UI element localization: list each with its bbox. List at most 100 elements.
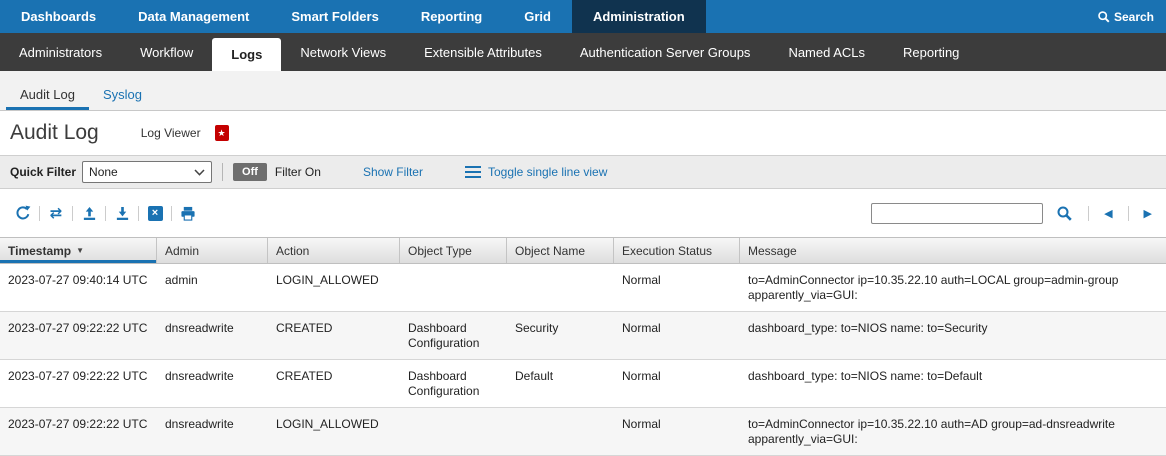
- cell-message: to=AdminConnector ip=10.35.22.10 auth=LO…: [740, 264, 1166, 311]
- sub-nav-workflow[interactable]: Workflow: [121, 33, 212, 71]
- column-header-execution-status[interactable]: Execution Status: [614, 238, 740, 263]
- log-viewer-label: Log Viewer: [141, 126, 201, 140]
- column-header-timestamp[interactable]: Timestamp ▼: [0, 238, 157, 263]
- top-nav-label: Grid: [524, 9, 551, 24]
- sub-nav-network-views[interactable]: Network Views: [281, 33, 405, 71]
- title-row: Audit Log Log Viewer ★: [0, 111, 1166, 155]
- column-label: Object Type: [408, 244, 472, 258]
- column-label: Object Name: [515, 244, 585, 258]
- search-icon: [1056, 205, 1072, 221]
- divider: [171, 206, 172, 221]
- divider: [222, 163, 223, 181]
- cell-execution-status: Normal: [614, 360, 740, 407]
- toggle-single-line-label: Toggle single line view: [488, 165, 607, 179]
- sub-nav-administrators[interactable]: Administrators: [0, 33, 121, 71]
- admin-sub-nav: Administrators Workflow Logs Network Vie…: [0, 33, 1166, 71]
- column-label: Message: [748, 244, 797, 258]
- cell-admin: admin: [157, 264, 268, 311]
- column-header-message[interactable]: Message: [740, 238, 1166, 263]
- table-row[interactable]: 2023-07-27 09:40:14 UTC admin LOGIN_ALLO…: [0, 264, 1166, 312]
- list-view-icon: [465, 166, 481, 178]
- export-icon[interactable]: ×: [142, 203, 168, 223]
- upload-icon: [82, 206, 97, 221]
- cell-execution-status: Normal: [614, 264, 740, 311]
- divider: [1128, 206, 1129, 221]
- cell-object-type: [400, 264, 507, 311]
- table-row[interactable]: 2023-07-27 09:22:22 UTC dnsreadwrite CRE…: [0, 312, 1166, 360]
- table-row[interactable]: 2023-07-27 09:22:22 UTC dnsreadwrite LOG…: [0, 408, 1166, 456]
- sub-nav-extensible-attributes[interactable]: Extensible Attributes: [405, 33, 561, 71]
- column-header-object-type[interactable]: Object Type: [400, 238, 507, 263]
- column-header-object-name[interactable]: Object Name: [507, 238, 614, 263]
- column-header-action[interactable]: Action: [268, 238, 400, 263]
- column-label: Admin: [165, 244, 199, 258]
- sort-desc-icon: ▼: [76, 246, 84, 255]
- divider: [72, 206, 73, 221]
- sub-nav-named-acls[interactable]: Named ACLs: [769, 33, 884, 71]
- sub-nav-auth-server-groups[interactable]: Authentication Server Groups: [561, 33, 770, 71]
- filter-on-label: Filter On: [275, 165, 321, 179]
- column-label: Timestamp: [8, 244, 71, 258]
- cell-object-type: [400, 408, 507, 455]
- global-search-label: Search: [1114, 10, 1154, 24]
- quick-filter-label: Quick Filter: [10, 165, 76, 179]
- next-page-button[interactable]: ▶: [1140, 207, 1156, 220]
- export-x-glyph: ×: [148, 206, 163, 221]
- cell-message: dashboard_type: to=NIOS name: to=Securit…: [740, 312, 1166, 359]
- filter-toggle-button[interactable]: Off: [233, 163, 267, 181]
- cell-object-type: Dashboard Configuration: [400, 312, 507, 359]
- cell-action: LOGIN_ALLOWED: [268, 264, 400, 311]
- refresh-icon[interactable]: [10, 203, 36, 223]
- top-nav-dashboards[interactable]: Dashboards: [0, 0, 117, 33]
- grid-toolbar: ⇄ × ◀ ▶: [0, 189, 1166, 237]
- top-nav: Dashboards Data Management Smart Folders…: [0, 0, 1166, 33]
- column-label: Action: [276, 244, 309, 258]
- quick-filter-value: None: [89, 165, 118, 179]
- tab-syslog[interactable]: Syslog: [89, 77, 156, 110]
- cell-execution-status: Normal: [614, 408, 740, 455]
- upload-icon[interactable]: [76, 203, 102, 223]
- prev-page-button[interactable]: ◀: [1100, 207, 1116, 220]
- sub-nav-label: Extensible Attributes: [424, 45, 542, 60]
- grid-search-input[interactable]: [871, 203, 1043, 224]
- top-nav-smart-folders[interactable]: Smart Folders: [270, 0, 399, 33]
- show-filter-link[interactable]: Show Filter: [363, 165, 423, 179]
- app-root: Dashboards Data Management Smart Folders…: [0, 0, 1166, 455]
- bookmark-icon[interactable]: ★: [215, 125, 229, 141]
- sub-nav-logs[interactable]: Logs: [212, 38, 281, 71]
- cell-object-name: [507, 264, 614, 311]
- print-icon[interactable]: [175, 203, 201, 223]
- top-nav-grid[interactable]: Grid: [503, 0, 572, 33]
- table-row[interactable]: 2023-07-27 09:22:22 UTC dnsreadwrite CRE…: [0, 360, 1166, 408]
- tab-audit-log[interactable]: Audit Log: [6, 77, 89, 110]
- toolbar-right: ◀ ▶: [871, 203, 1156, 224]
- print-icon: [180, 206, 196, 221]
- grid-search-icon[interactable]: [1051, 203, 1077, 223]
- sub-nav-label: Logs: [231, 47, 262, 62]
- sub-nav-label: Authentication Server Groups: [580, 45, 751, 60]
- divider: [1088, 206, 1089, 221]
- sub-nav-reporting[interactable]: Reporting: [884, 33, 978, 71]
- tab-label: Syslog: [103, 87, 142, 102]
- top-nav-administration[interactable]: Administration: [572, 0, 706, 33]
- log-tab-bar: Audit Log Syslog: [0, 71, 1166, 111]
- download-icon[interactable]: [109, 203, 135, 223]
- cell-timestamp: 2023-07-27 09:22:22 UTC: [0, 312, 157, 359]
- chevron-down-icon: [194, 169, 205, 176]
- top-nav-reporting[interactable]: Reporting: [400, 0, 503, 33]
- cell-action: CREATED: [268, 312, 400, 359]
- search-icon: [1097, 10, 1110, 23]
- top-nav-data-management[interactable]: Data Management: [117, 0, 270, 33]
- cell-timestamp: 2023-07-27 09:40:14 UTC: [0, 264, 157, 311]
- divider: [105, 206, 106, 221]
- toggle-single-line-view[interactable]: Toggle single line view: [465, 165, 607, 179]
- top-nav-label: Reporting: [421, 9, 482, 24]
- cell-object-name: Default: [507, 360, 614, 407]
- column-header-admin[interactable]: Admin: [157, 238, 268, 263]
- cell-message: to=AdminConnector ip=10.35.22.10 auth=AD…: [740, 408, 1166, 455]
- quick-filter-select[interactable]: None: [82, 161, 212, 183]
- global-search[interactable]: Search: [1085, 0, 1166, 33]
- column-label: Execution Status: [622, 244, 712, 258]
- restart-icon[interactable]: ⇄: [43, 203, 69, 223]
- sub-nav-label: Named ACLs: [788, 45, 865, 60]
